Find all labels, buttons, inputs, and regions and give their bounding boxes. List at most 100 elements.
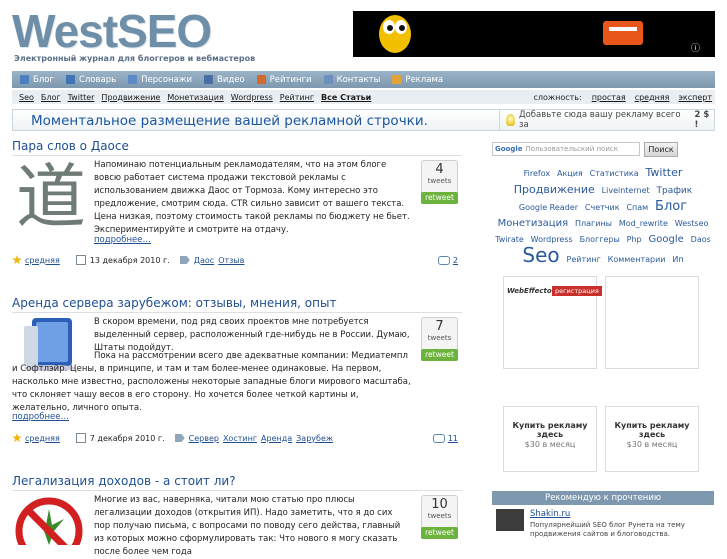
add-your-ad[interactable]: Добавьте сюда вашу рекламу всего за 2 $ …: [499, 110, 716, 130]
shakin-thumbnail: [496, 509, 524, 531]
nav-item-contacts[interactable]: Контакты: [323, 75, 380, 85]
subnav-link-seo[interactable]: Seo: [19, 93, 34, 102]
tag-link[interactable]: Сервер: [189, 434, 219, 443]
sidebar-ad-empty[interactable]: [605, 276, 699, 369]
star-icon: [12, 433, 22, 443]
difficulty-simple[interactable]: простая: [592, 93, 626, 102]
person-icon: [128, 75, 138, 84]
tag-icon: [174, 434, 185, 442]
tag-cloud-item[interactable]: Seo: [522, 243, 559, 267]
nav-item-advertising[interactable]: Реклама: [392, 75, 443, 85]
tag-link[interactable]: Зарубеж: [296, 434, 333, 443]
retweet-button[interactable]: retweet: [421, 527, 458, 539]
nav-item-video[interactable]: Видео: [203, 75, 245, 85]
tag-link[interactable]: Хостинг: [223, 434, 257, 443]
text-ad-link[interactable]: Моментальное размещение вашей рекламной …: [31, 113, 428, 129]
comment-icon: [437, 255, 450, 265]
subnav-link-monetization[interactable]: Монетизация: [167, 93, 223, 102]
tag-cloud-item[interactable]: Статистика: [590, 169, 639, 178]
tag-cloud-item[interactable]: Google Reader: [519, 203, 578, 212]
ad-brand: WebEffector: [507, 287, 556, 295]
ad-register-button[interactable]: регистрация: [552, 286, 602, 296]
post-title[interactable]: Легализация доходов - а стоит ли?: [12, 474, 236, 488]
rec-title[interactable]: Shakin.ru: [530, 509, 570, 519]
subnav-link-blog[interactable]: Блог: [41, 93, 61, 102]
nav-item-characters[interactable]: Персонажи: [128, 75, 192, 85]
subnav-link-promotion[interactable]: Продвижение: [101, 93, 160, 102]
tag-cloud-item[interactable]: Twirate: [495, 235, 524, 244]
sidebar-ad-webeffector[interactable]: WebEffector регистрация: [503, 276, 602, 369]
post-date: 13 декабря 2010 г.: [89, 255, 170, 265]
tag-cloud-item[interactable]: Блоггеры: [580, 235, 620, 244]
tag-cloud-item[interactable]: Плагины: [575, 219, 612, 228]
difficulty-expert[interactable]: эксперт: [678, 93, 712, 102]
nav-item-ratings[interactable]: Рейтинги: [256, 75, 312, 85]
tag-cloud-item[interactable]: Google: [649, 234, 684, 245]
read-more-link[interactable]: подробнее…: [94, 235, 151, 245]
tag-cloud-item[interactable]: Firefox: [524, 169, 550, 178]
blog-icon: [20, 75, 29, 84]
tag-cloud-item[interactable]: Twitter: [646, 166, 683, 179]
post-title[interactable]: Пара слов о Даосе: [12, 139, 129, 153]
recommended-item[interactable]: Shakin.ru Популярнейший SEO блог Рунета …: [492, 507, 714, 545]
tag-cloud-item[interactable]: Продвижение: [514, 183, 595, 196]
site-tagline: Электронный журнал для блоггеров и вебма…: [14, 54, 256, 63]
retweet-button[interactable]: retweet: [421, 349, 458, 361]
category-subnav: Seo Блог Twitter Продвижение Монетизация…: [12, 90, 715, 104]
subnav-link-rating[interactable]: Рейтинг: [280, 93, 314, 102]
nav-item-blog[interactable]: Блог: [20, 75, 54, 85]
post-excerpt-paragraph: Пока на рассмотрении всего две адекватны…: [12, 351, 411, 413]
lightbulb-icon: [506, 114, 515, 126]
tag-cloud-item[interactable]: Liveinternet: [602, 186, 650, 195]
post-title[interactable]: Аренда сервера зарубежом: отзывы, мнения…: [12, 296, 336, 310]
post-excerpt: Напоминаю потенциальным рекламодателям, …: [94, 160, 410, 235]
recommended-header: Рекомендую к прочтению: [492, 491, 714, 505]
mail-icon: [323, 75, 333, 84]
comments[interactable]: 11: [432, 433, 462, 443]
ad-icon: [392, 75, 402, 84]
tao-character-image: 道: [16, 156, 86, 238]
difficulty-medium[interactable]: средняя: [635, 93, 670, 102]
search-button[interactable]: Поиск: [644, 142, 678, 157]
tag-link[interactable]: Аренда: [261, 434, 292, 443]
comment-count[interactable]: 11: [448, 434, 458, 443]
header-banner-ad[interactable]: ⓘ: [353, 11, 715, 57]
tag-cloud-item[interactable]: Блог: [655, 199, 687, 214]
calendar-icon: [75, 433, 86, 443]
tag-cloud-item[interactable]: Westseo: [675, 219, 709, 228]
comment-count[interactable]: 2: [453, 256, 458, 265]
ad-price: 2 $ !: [694, 110, 710, 130]
tag-cloud-item[interactable]: Трафик: [657, 186, 693, 196]
video-icon: [203, 75, 213, 84]
buy-ad-slot[interactable]: Купить рекламу здесь $30 в месяц: [503, 406, 597, 472]
comments[interactable]: 2: [437, 255, 462, 265]
tag-cloud-item[interactable]: Рейтинг: [567, 255, 601, 264]
main-nav: Блог Словарь Персонажи Видео Рейтинги Ко…: [12, 71, 715, 88]
tag-link[interactable]: Отзыв: [218, 256, 244, 265]
tag-cloud-item[interactable]: Mod_rewrite: [619, 219, 668, 228]
difficulty-link[interactable]: средняя: [25, 256, 60, 265]
site-logo[interactable]: WestSEO: [12, 8, 212, 54]
search-input[interactable]: Google Пользовательский поиск: [492, 142, 640, 156]
divider: [12, 312, 462, 313]
difficulty-link[interactable]: средняя: [25, 434, 60, 443]
tag-cloud-item[interactable]: Комментарии: [608, 255, 666, 264]
subnav-link-wordpress[interactable]: Wordpress: [231, 93, 273, 102]
subnav-link-twitter[interactable]: Twitter: [68, 93, 95, 102]
nav-item-dictionary[interactable]: Словарь: [65, 75, 116, 85]
post-excerpt: Многие из вас, наверняка, читали мою ста…: [94, 495, 401, 557]
banner-art: ⓘ: [379, 15, 700, 54]
tag-cloud-item[interactable]: Спам: [626, 203, 648, 212]
buy-ad-slot[interactable]: Купить рекламу здесь $30 в месяц: [605, 406, 699, 472]
subnav-link-all-articles[interactable]: Все Статьи: [321, 93, 371, 102]
tag-cloud-item[interactable]: Монетизация: [498, 218, 569, 229]
read-more-link[interactable]: подробнее…: [12, 412, 69, 422]
tag-cloud-item[interactable]: Счетчик: [585, 203, 620, 212]
tag-cloud-item[interactable]: Ип: [672, 255, 683, 264]
tag-cloud-item[interactable]: Акция: [557, 169, 583, 178]
tag-link[interactable]: Даос: [194, 256, 214, 265]
tag-cloud-item[interactable]: Daos: [691, 235, 711, 244]
retweet-button[interactable]: retweet: [421, 192, 458, 204]
tag-cloud-item[interactable]: Php: [627, 235, 642, 244]
prohibited-leaf-image: [15, 497, 83, 545]
